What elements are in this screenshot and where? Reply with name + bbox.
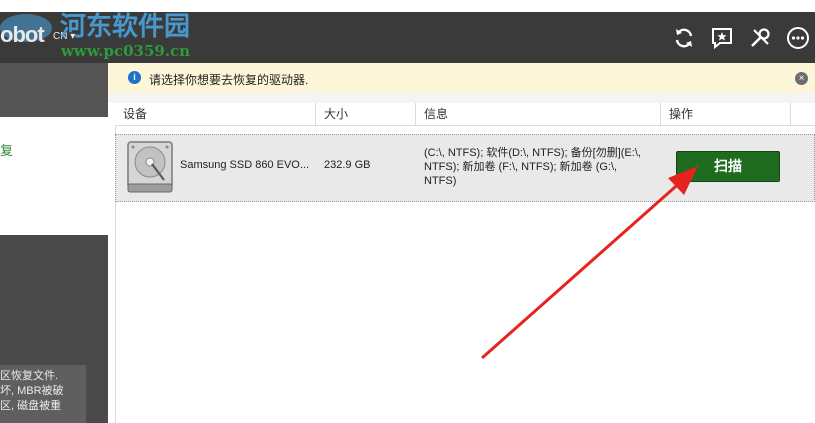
refresh-icon[interactable]: [672, 26, 696, 50]
feedback-icon[interactable]: [710, 26, 734, 50]
column-header-size[interactable]: 大小: [316, 103, 416, 125]
notice-text: 请选择你想要去恢复的驱动器.: [149, 73, 309, 87]
sidebar-item-recover[interactable]: [0, 117, 108, 235]
sidebar-card-line: 坏, MBR被破: [0, 385, 64, 397]
close-icon[interactable]: ×: [795, 72, 808, 85]
table-spacer: [108, 93, 815, 103]
scan-button[interactable]: 扫描: [676, 151, 780, 182]
sidebar-item-top[interactable]: [0, 63, 108, 117]
hard-drive-icon: [127, 141, 173, 193]
sidebar-item-label: 复: [0, 143, 14, 158]
sidebar-card-line: 区恢复文件.: [0, 370, 59, 382]
column-header-action[interactable]: 操作: [661, 103, 791, 125]
table-row[interactable]: Samsung SSD 860 EVO... 232.9 GB (C:\, NT…: [115, 134, 815, 202]
device-info: (C:\, NTFS); 软件(D:\, NTFS); 备份[勿删](E:\, …: [424, 147, 641, 187]
notice-bar: i 请选择你想要去恢复的驱动器. ×: [108, 63, 815, 94]
watermark-title: 河东软件园: [60, 12, 191, 42]
column-header-info[interactable]: 信息: [416, 103, 661, 125]
device-size: 232.9 GB: [324, 159, 371, 171]
column-header-device[interactable]: 设备: [115, 103, 316, 125]
info-icon: i: [128, 71, 141, 84]
app-logo: obot: [0, 22, 45, 47]
device-name: Samsung SSD 860 EVO...: [180, 159, 310, 171]
more-icon[interactable]: [786, 26, 810, 50]
tools-icon[interactable]: [748, 26, 772, 50]
sidebar-info-card: 区恢复文件. 坏, MBR被破 区, 磁盘被重: [0, 365, 86, 423]
sidebar: 复 区恢复文件. 坏, MBR被破 区, 磁盘被重: [0, 63, 108, 423]
sidebar-card-line: 区, 磁盘被重: [0, 400, 62, 412]
watermark-url: www.pc0359.cn: [61, 42, 191, 60]
table-header: 设备 大小 信息 操作: [115, 103, 815, 126]
